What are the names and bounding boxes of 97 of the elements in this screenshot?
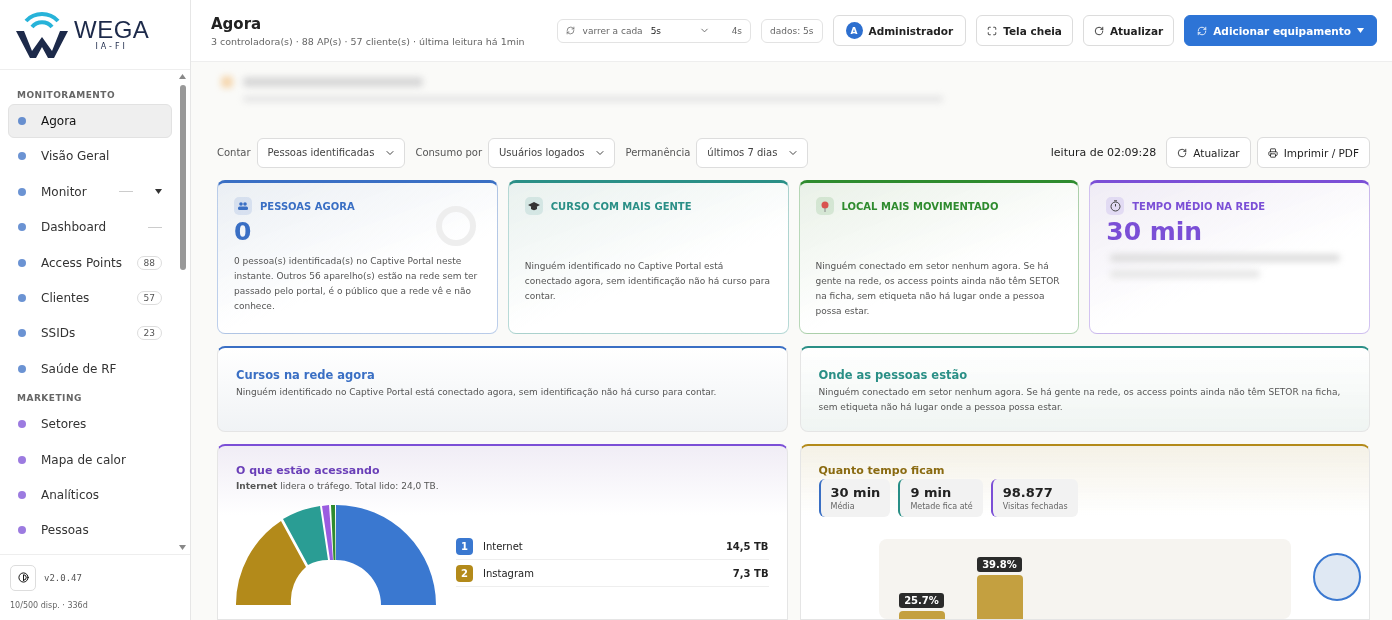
- sidebar-item[interactable]: Visão Geral: [8, 139, 172, 174]
- filter-select[interactable]: últimos 7 dias: [696, 137, 809, 168]
- panel-title: Cursos na rede agora: [236, 368, 376, 382]
- refresh-icon: [565, 26, 575, 35]
- nav-dot-icon: [18, 117, 26, 125]
- nav-dot-icon: [18, 187, 26, 196]
- header-button[interactable]: Tela cheia: [976, 15, 1073, 46]
- add-equipment-button[interactable]: Adicionar equipamento: [1184, 15, 1377, 46]
- traffic-value: 7,3 TB: [732, 567, 769, 579]
- sidebar-item[interactable]: Saúde de RF: [8, 351, 172, 386]
- stat-label: Metade fica até: [910, 502, 973, 511]
- card-value: 30 min: [1106, 217, 1203, 246]
- reading-time: leitura de 02:09:28: [1050, 146, 1157, 159]
- nav-dot-icon: [18, 364, 26, 373]
- nav-dot-icon: [18, 293, 26, 302]
- nav-dot-icon: [18, 329, 26, 338]
- bar: [976, 575, 1023, 619]
- card-title: TEMPO MÉDIO NA REDE: [1132, 200, 1266, 212]
- user-menu-button[interactable]: A Administrador: [832, 15, 967, 46]
- nav-dot-icon: [18, 420, 26, 429]
- nav-dot-icon: [18, 526, 26, 535]
- sidebar-item[interactable]: Agora: [8, 104, 172, 138]
- nav-dot-icon: [18, 223, 26, 232]
- panel-title: Quanto tempo ficam: [818, 464, 946, 477]
- filter-label: Permanência: [625, 147, 691, 158]
- refresh-icon: [1197, 25, 1208, 36]
- sidebar-item[interactable]: Setores: [8, 407, 172, 442]
- data-interval-badge: dados: 5s: [761, 18, 823, 43]
- caret-icon: [1357, 28, 1364, 33]
- filter-label: Consumo por: [415, 147, 483, 158]
- stat-value: 98.877: [1002, 485, 1054, 500]
- scroll-down-icon: [179, 545, 186, 550]
- action-button[interactable]: Imprimir / PDF: [1256, 137, 1370, 168]
- panel-title: Onde as pessoas estão: [818, 368, 969, 382]
- assistant-avatar-button[interactable]: [1313, 553, 1361, 601]
- page-title: Agora: [211, 14, 263, 33]
- stat-value: 9 min: [910, 485, 953, 500]
- nav-dot-icon: [18, 258, 26, 267]
- printer-icon: [1267, 147, 1278, 158]
- contrast-icon: [17, 571, 29, 583]
- nav-dot-icon: [18, 152, 26, 161]
- card-text: Ninguém conectado em setor nenhum agora. Se há gente na rede, os access points ainda não têm SETOR na ficha, sem etiqueta não há lugar onde a pessoa possa estar.: [815, 260, 1061, 318]
- sidebar-item[interactable]: Monitor: [8, 174, 172, 209]
- license-info: 10/500 disp. · 336d: [10, 601, 89, 610]
- brand-name: WEGA: [74, 18, 150, 42]
- panel-text: Ninguém identificado no Captive Portal está conectado agora, sem identificação não há curso para contar.: [236, 386, 718, 399]
- page-subtitle: 3 controladora(s) · 88 AP(s) · 57 cliente(s) · última leitura há 1min: [211, 35, 526, 47]
- stat-label: Visitas fechadas: [1002, 502, 1068, 511]
- wifi-w-logo-icon: [14, 10, 70, 59]
- filter-select[interactable]: Pessoas identificadas: [256, 137, 406, 168]
- action-button[interactable]: Atualizar: [1166, 137, 1251, 168]
- section-title: MARKETING: [16, 392, 83, 406]
- card-text: Ninguém identificado no Captive Portal está conectado agora, sem identificação não há curso para contar.: [524, 260, 771, 303]
- app-name: Instagram: [483, 567, 535, 579]
- app-name: Internet: [483, 540, 524, 552]
- caret-icon: [155, 189, 162, 195]
- bar: [898, 611, 945, 619]
- card-title: CURSO COM MAIS GENTE: [550, 200, 692, 212]
- sidebar-item[interactable]: Pessoas: [8, 513, 172, 548]
- filter-label: Contar: [217, 147, 251, 158]
- card-text: 0 pessoa(s) identificada(s) no Captive Portal neste instante. Outros 56 aparelho(s) estão na rede sem ter passado pelo portal, é o público que a rede vê e não conhece.: [234, 255, 479, 313]
- card-title: PESSOAS AGORA: [260, 200, 355, 212]
- version-label: v2.0.47: [44, 573, 82, 583]
- traffic-summary: Internet lidera o tráfego. Total lido: 24,0 TB.: [236, 481, 440, 491]
- sidebar-item[interactable]: Analíticos: [8, 477, 172, 512]
- theme-toggle-button[interactable]: [10, 565, 36, 591]
- brand-tagline: IA-FI: [95, 42, 128, 51]
- traffic-value: 14,5 TB: [725, 540, 769, 552]
- stat-label: Média: [830, 502, 856, 511]
- pin-icon: [815, 197, 834, 215]
- people-icon: [234, 197, 252, 215]
- nav-dot-icon: [18, 455, 26, 464]
- graduation-cap-icon: [524, 197, 543, 215]
- sidebar-item[interactable]: Mapa de calor: [8, 442, 172, 477]
- fullscreen-icon: [987, 25, 998, 36]
- header-button[interactable]: Atualizar: [1082, 15, 1175, 46]
- sidebar-item[interactable]: Clientes 57: [8, 280, 172, 315]
- scan-interval-select[interactable]: varrer a cada 5s 4s: [556, 18, 752, 43]
- refresh-icon: [1093, 25, 1104, 36]
- panel-text: Ninguém conectado em setor nenhum agora. Se há gente na rede, os access points ainda não têm SETOR na ficha, sem etiqueta não há lugar onde a pessoa possa estar.: [818, 386, 1342, 414]
- panel-title: O que estão acessando: [236, 464, 381, 477]
- sidebar-item[interactable]: Dashboard: [8, 210, 172, 245]
- rank-badge: 1: [456, 537, 473, 555]
- nav-dot-icon: [18, 490, 26, 499]
- sidebar-item[interactable]: SSIDs 23: [8, 316, 172, 351]
- stat-value: 30 min: [830, 485, 881, 500]
- filter-select[interactable]: Usuários logados: [488, 137, 616, 168]
- scroll-up-icon: [179, 74, 186, 79]
- card-value: 0: [234, 217, 252, 246]
- sidebar-item[interactable]: Access Points 88: [8, 245, 172, 280]
- bar-value-label: 25.7%: [899, 593, 944, 608]
- rank-badge: 2: [456, 564, 473, 582]
- refresh-icon: [1177, 147, 1188, 158]
- stopwatch-icon: [1106, 197, 1125, 215]
- bar-value-label: 39.8%: [977, 557, 1022, 572]
- card-title: LOCAL MAIS MOVIMENTADO: [841, 200, 999, 212]
- section-title: MONITORAMENTO: [16, 89, 117, 102]
